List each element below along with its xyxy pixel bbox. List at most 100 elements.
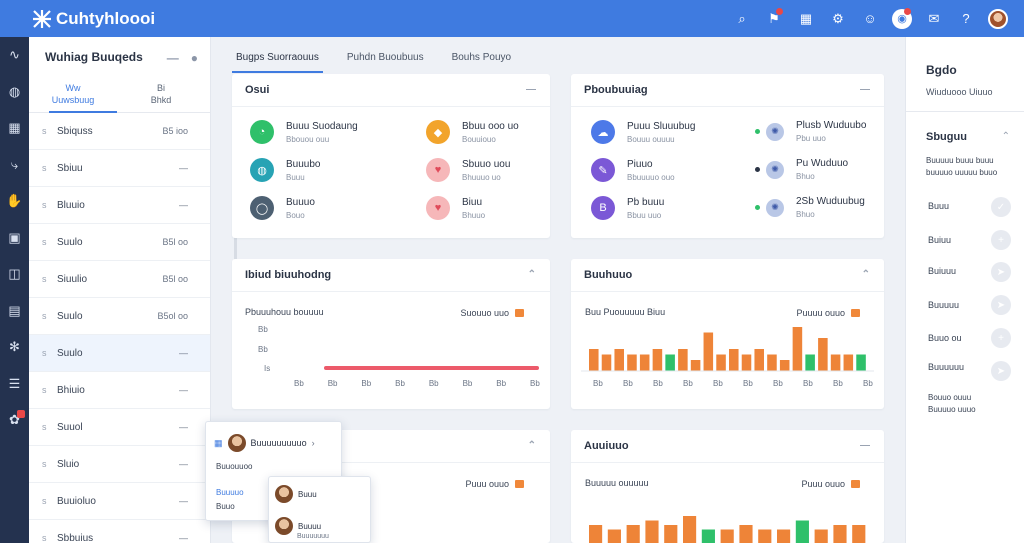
collapse-icon[interactable]: — — [860, 84, 870, 95]
service-item[interactable]: ✺ 2Sb Wuduubug Bhuo — [755, 196, 865, 219]
search-icon[interactable]: ⌕ — [726, 0, 758, 37]
tab-main-1[interactable]: Puhdn Buoubuus — [343, 48, 428, 72]
network-icon[interactable]: ✻ — [0, 329, 29, 366]
row-meta: — — [179, 459, 188, 469]
grid-icon[interactable]: ▦ — [0, 110, 29, 147]
bar-chart: Bb Bb Bb Bb Bb Bb Bb Bb Bb Bb — [581, 327, 874, 388]
app-logo[interactable]: Cuhtyhloooi — [32, 9, 155, 29]
list-item[interactable]: s Siuulio B5l oo — [29, 261, 210, 298]
bar — [830, 354, 841, 371]
add-icon[interactable]: ✓ — [991, 197, 1011, 217]
tab-uuwsbuug[interactable]: Ww Uuwsbuug — [29, 77, 117, 113]
service-item[interactable]: ◆ Bbuu ooo uo Bouuiouo — [426, 120, 519, 144]
settings-icon[interactable]: ⚙ — [822, 0, 854, 37]
x-tick-label: Bb — [294, 379, 304, 388]
minimize-icon[interactable]: — — [167, 51, 179, 65]
service-item[interactable]: ♥ Sbuuo uou Bhuuuo uo — [426, 158, 510, 182]
list-item[interactable]: s Suulo — — [29, 335, 210, 372]
notifications-icon[interactable]: ◉ — [886, 0, 918, 37]
bar — [626, 525, 640, 543]
service-item[interactable]: ✺ Pu Wuduuo Bhuo — [755, 158, 848, 181]
bar — [739, 525, 753, 543]
collapse-icon[interactable]: ⌃ — [528, 269, 536, 280]
option-label: Buiuu — [928, 235, 952, 245]
service-item[interactable]: ♥ Biuu Bhuuo — [426, 196, 485, 220]
service-item[interactable]: ◍ Buuubo Buuu — [250, 158, 320, 182]
list-item[interactable]: s Bhiuio — — [29, 372, 210, 409]
list-item[interactable]: s Sluio — — [29, 446, 210, 483]
chevron-up-icon[interactable]: ⌃ — [1002, 131, 1010, 142]
bar — [795, 520, 809, 543]
alert-badge — [776, 8, 783, 15]
service-title: Bbuu ooo uo — [462, 120, 519, 132]
layers-icon[interactable]: ▤ — [0, 293, 29, 330]
popup-name: Buuuuuuuuuo — [250, 438, 307, 448]
service-item[interactable]: ◔ Buuu Suodaung Bbouou ouu — [250, 120, 358, 144]
list-icon[interactable]: ☰ — [0, 366, 29, 403]
service-item[interactable]: B Pb buuu Bbuu uuo — [591, 196, 664, 220]
bar — [678, 349, 688, 371]
collapse-icon[interactable]: ⌃ — [528, 440, 536, 451]
list-item[interactable]: s Sbiuu — — [29, 150, 210, 187]
popup-link[interactable]: Buuuuo — [216, 488, 244, 497]
legend-swatch — [515, 480, 524, 488]
tab-main-0[interactable]: Bugps Suorraouus — [232, 48, 323, 73]
route-icon[interactable]: ⤷ — [0, 147, 29, 184]
globe-icon[interactable]: ◍ — [0, 74, 29, 111]
list-rows: s Sbiquss B5 ioo s Sbiuu — s Bluuio — s Suulo B5… — [29, 113, 210, 543]
service-title: Puuu Sluuubug — [627, 120, 696, 132]
chart-legend: Puuu ouuo — [465, 479, 524, 489]
add-icon[interactable]: + — [991, 328, 1011, 348]
service-item[interactable]: ✺ Plusb Wuduubo Pbu uuo — [755, 120, 866, 143]
bar — [720, 529, 734, 543]
tab-bhkd[interactable]: Bi Bhkd — [117, 77, 205, 112]
service-title: Buuubo — [286, 158, 321, 170]
apps-icon[interactable]: ▦ — [790, 0, 822, 37]
x-tick-label: Bb — [653, 379, 663, 388]
row-label: Sluio — [57, 458, 80, 470]
tab-main-2[interactable]: Bouhs Pouyo — [448, 48, 516, 72]
list-item[interactable]: s Suuol — — [29, 409, 210, 446]
service-item[interactable]: ☁ Puuu Sluuubug Bouuu ouuuu — [591, 120, 695, 144]
list-item[interactable]: s Suulo B5ol oo — [29, 298, 210, 335]
service-item[interactable]: ◯ Buuuo Bouo — [250, 196, 315, 220]
info-icon[interactable]: ● — [191, 51, 198, 65]
list-item[interactable]: s Bluuio — — [29, 187, 210, 224]
legend-swatch — [515, 309, 524, 317]
chat-icon[interactable]: ✉ — [918, 0, 950, 37]
share-icon[interactable]: ➤ — [991, 262, 1011, 282]
activity-icon[interactable]: ∿ — [0, 37, 29, 74]
alert-icon[interactable]: ⚑ — [758, 0, 790, 37]
service-sub: Bbuuuuo ouo — [627, 172, 675, 182]
bar — [607, 529, 621, 543]
user-popup-sub[interactable]: Buuu Buuuu Buuuuuuu — [268, 476, 371, 543]
people-icon[interactable]: ☺ — [854, 0, 886, 37]
share-icon[interactable]: ➤ — [991, 361, 1011, 381]
cloud-icon: ☁ — [591, 120, 615, 144]
help-icon[interactable]: ? — [950, 0, 982, 37]
list-panel-tabs: Ww Uuwsbuug Bi Bhkd — [29, 77, 210, 113]
bar — [701, 529, 715, 543]
chevron-icon[interactable]: › — [312, 438, 315, 448]
collapse-icon[interactable]: — — [526, 84, 536, 95]
section-title: Sbuguu — [926, 131, 967, 143]
box-icon[interactable]: ◫ — [0, 256, 29, 293]
service-title: Sbuuo uou — [462, 158, 511, 170]
add-icon[interactable]: + — [991, 230, 1011, 250]
list-item[interactable]: s Suulo B5l oo — [29, 224, 210, 261]
avatar — [227, 434, 246, 452]
window-icon[interactable]: ▣ — [0, 220, 29, 257]
share-icon[interactable]: ➤ — [991, 295, 1011, 315]
list-item[interactable]: s Sbbuius — — [29, 520, 210, 543]
popup-row[interactable]: Buuu — [275, 485, 317, 503]
user-avatar[interactable] — [982, 0, 1014, 37]
chat-alert-icon[interactable]: ✿ — [0, 402, 29, 439]
bar — [589, 349, 599, 371]
service-sub: Bhuo — [796, 210, 815, 219]
hand-icon[interactable]: ✋ — [0, 183, 29, 220]
list-item[interactable]: s Buuioluo — — [29, 483, 210, 520]
heart-icon: ♥ — [426, 158, 450, 182]
list-item[interactable]: s Sbiquss B5 ioo — [29, 113, 210, 150]
row-meta: — — [179, 533, 188, 543]
service-item[interactable]: ✎ Piuuo Bbuuuuo ouo — [591, 158, 675, 182]
